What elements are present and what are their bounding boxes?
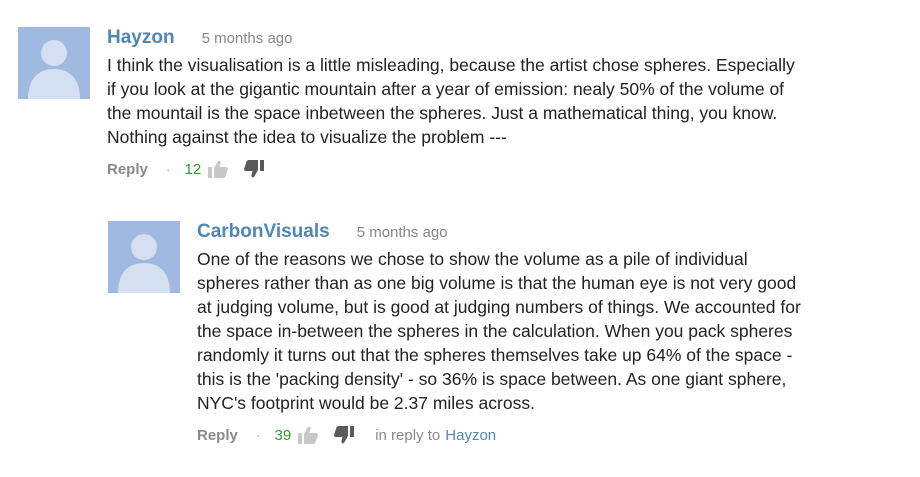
comment-text-line: Nothing against the idea to visualize th… [107, 127, 507, 147]
user-avatar-icon[interactable] [108, 221, 180, 293]
author-link[interactable]: Hayzon [107, 27, 175, 49]
thumbs-up-icon[interactable] [207, 159, 229, 179]
separator-dot: · [255, 427, 261, 443]
comment-text-line: randomly it turns out that the spheres t… [197, 345, 793, 365]
comment: Hayzon 5 months ago I think the visualis… [18, 27, 908, 181]
comment-text-line: NYC's footprint would be 2.37 miles acro… [197, 393, 535, 413]
in-reply-to-link[interactable]: Hayzon [445, 427, 496, 444]
comment-text-line: One of the reasons we chose to show the … [197, 249, 748, 269]
comment-text: I think the visualisation is a little mi… [107, 53, 908, 149]
like-count: 12 [184, 160, 202, 178]
comment-meta: CarbonVisuals 5 months ago [197, 221, 908, 247]
comment-actions: Reply · 39 in reply to Hayzon [197, 423, 908, 447]
comment-text-line: if you look at the gigantic mountain aft… [107, 79, 785, 99]
thumbs-down-icon[interactable] [333, 425, 355, 445]
comment-actions: Reply · 12 [107, 157, 908, 181]
like-count: 39 [274, 426, 292, 444]
reply-comment: CarbonVisuals 5 months ago One of the re… [108, 221, 908, 447]
comment-meta: Hayzon 5 months ago [107, 27, 908, 53]
user-avatar-icon[interactable] [18, 27, 90, 99]
comment-body: Hayzon 5 months ago I think the visualis… [107, 27, 908, 181]
timestamp: 5 months ago [356, 224, 448, 241]
comment-text-line: this is the 'packing density' - so 36% i… [197, 369, 787, 389]
comment-text-line: the mountail is the space inbetween the … [107, 103, 778, 123]
author-link[interactable]: CarbonVisuals [197, 221, 330, 243]
reply-button[interactable]: Reply [197, 427, 238, 444]
thumbs-down-icon[interactable] [243, 159, 265, 179]
comment-text: One of the reasons we chose to show the … [197, 247, 908, 415]
reply-button[interactable]: Reply [107, 161, 148, 178]
thumbs-up-icon[interactable] [297, 425, 319, 445]
comment-text-line: spheres rather than as one big volume is… [197, 273, 797, 293]
comment-text-line: I think the visualisation is a little mi… [107, 55, 795, 75]
comment-text-line: the space in-between the spheres in the … [197, 321, 793, 341]
in-reply-to-label: in reply to [375, 426, 441, 444]
timestamp: 5 months ago [201, 30, 293, 47]
comment-body: CarbonVisuals 5 months ago One of the re… [197, 221, 908, 447]
comment-text-line: at judging volume, but is good at judgin… [197, 297, 801, 317]
separator-dot: · [165, 161, 171, 177]
